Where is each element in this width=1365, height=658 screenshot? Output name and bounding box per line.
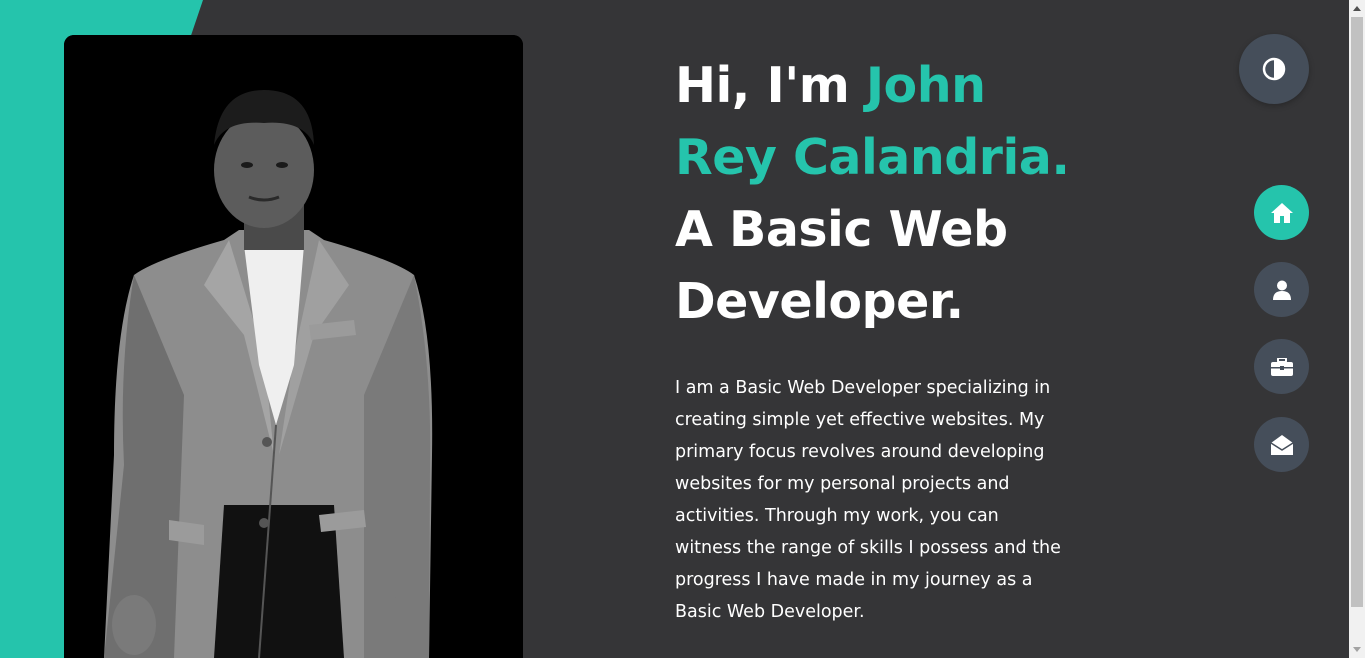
- user-icon: [1272, 280, 1291, 300]
- greeting-text: Hi, I'm: [675, 57, 866, 114]
- envelope-open-icon: [1270, 434, 1293, 455]
- nav-about-button[interactable]: [1254, 262, 1309, 317]
- theme-toggle-button[interactable]: [1239, 34, 1309, 104]
- briefcase-icon: [1270, 357, 1293, 376]
- title-text: A Basic Web Developer.: [675, 201, 1008, 330]
- vertical-scrollbar[interactable]: [1349, 0, 1365, 658]
- nav-contact-button[interactable]: [1254, 417, 1309, 472]
- contrast-icon: [1262, 57, 1286, 81]
- home-icon: [1270, 202, 1293, 223]
- bio-paragraph: I am a Basic Web Developer specializing …: [675, 378, 1061, 622]
- hero-headline: Hi, I'm John Rey Calandria. A Basic Web …: [675, 50, 1075, 338]
- scrollbar-thumb[interactable]: [1351, 17, 1363, 607]
- profile-photo: [64, 35, 523, 658]
- hero-content: Hi, I'm John Rey Calandria. A Basic Web …: [675, 50, 1075, 628]
- scroll-up-arrow-icon[interactable]: [1353, 6, 1361, 11]
- nav-home-button[interactable]: [1254, 185, 1309, 240]
- nav-portfolio-button[interactable]: [1254, 339, 1309, 394]
- portrait-illustration: [64, 35, 523, 658]
- scroll-down-arrow-icon[interactable]: [1353, 647, 1361, 652]
- teal-accent-strip: [0, 0, 64, 658]
